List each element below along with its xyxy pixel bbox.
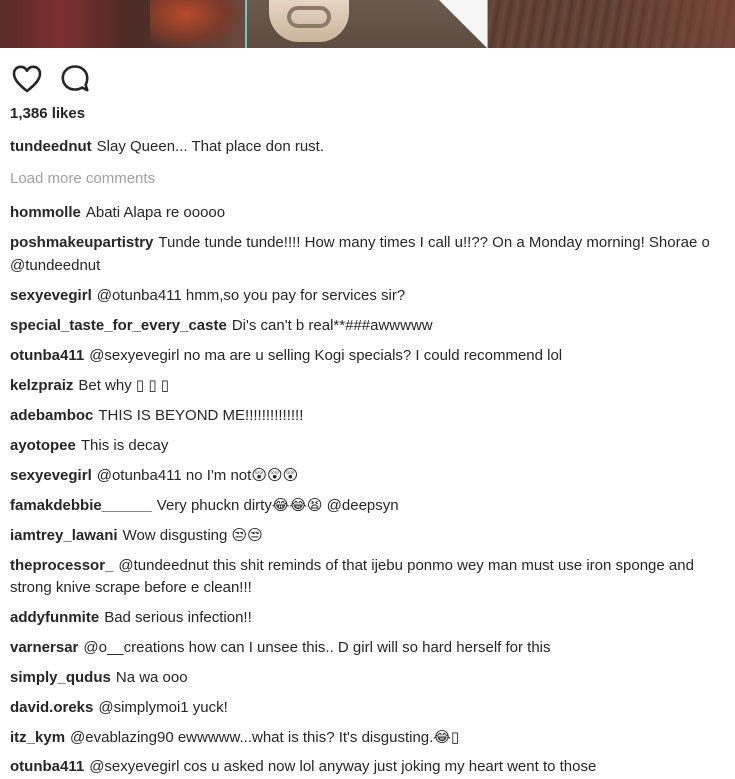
comment-text: Bad serious infection!!: [104, 609, 252, 626]
comment-item: adebamboc THIS IS BEYOND ME!!!!!!!!!!!!!!: [10, 405, 725, 428]
like-button[interactable]: [10, 62, 44, 96]
photo-tile-3: [488, 0, 735, 48]
comment-text: Di's can't b real**###awwwww: [231, 316, 433, 334]
comment-username[interactable]: itz_kym: [10, 729, 65, 746]
comment-item: hommolle Abati Alapa re ooooo: [10, 202, 725, 225]
comment-username[interactable]: otunba411: [10, 758, 84, 775]
comment-username[interactable]: sexyevegirl: [10, 287, 92, 304]
comment-username[interactable]: ayotopee: [10, 437, 76, 454]
comment-text: @otunba411 no I'm not😲😲😲: [96, 466, 299, 484]
comment-text: Abati Alapa re ooooo: [85, 204, 226, 221]
comment-username[interactable]: otunba411: [10, 347, 84, 364]
comment-item: varnersar @o__creations how can I unsee t…: [10, 637, 725, 660]
comment-username[interactable]: sexyevegirl: [10, 467, 92, 484]
comment-item: addyfunmite Bad serious infection!!: [10, 607, 725, 630]
comment-username[interactable]: simply_qudus: [10, 669, 111, 686]
heart-icon: [12, 65, 42, 93]
comment-text: Wow disgusting 😒😒: [122, 526, 263, 544]
comment-item: otunba411 @sexyevegirl no ma are u sellin…: [10, 345, 725, 368]
comment-username[interactable]: varnersar: [10, 639, 78, 656]
likes-count[interactable]: 1,386 likes: [10, 105, 85, 122]
comment-list: hommolle Abati Alapa re ooooo poshmakeupa…: [10, 202, 725, 775]
post-photo-bottom: [0, 0, 735, 48]
comment-username[interactable]: famakdebbie______: [10, 497, 152, 514]
comment-text: @evablazing90 ewwwww...what is this? It'…: [70, 729, 460, 746]
comment-text: @sexyevegirl no ma are u selling Kogi sp…: [89, 346, 563, 364]
comment-username[interactable]: poshmakeupartistry: [10, 234, 153, 251]
post-caption: tundeednut Slay Queen... That place don r…: [10, 138, 324, 155]
post-actions: [10, 62, 92, 96]
comment-username[interactable]: addyfunmite: [10, 609, 99, 626]
comment-text: Bet why ▯ ▯ ▯: [78, 376, 169, 394]
comment-text: THIS IS BEYOND ME!!!!!!!!!!!!!!: [98, 406, 304, 424]
comment-username[interactable]: adebamboc: [10, 407, 93, 424]
comment-text: @o__creations how can I unsee this.. D g…: [83, 639, 551, 656]
comment-item: kelzpraiz Bet why ▯ ▯ ▯: [10, 375, 725, 398]
comment-button[interactable]: [58, 62, 92, 96]
comment-username[interactable]: david.oreks: [10, 699, 93, 716]
comment-text: @simplymoi1 yuck!: [98, 699, 228, 716]
comment-username[interactable]: special_taste_for_every_caste: [10, 317, 227, 334]
comment-username[interactable]: theprocessor_: [10, 557, 113, 574]
comment-icon: [61, 65, 89, 92]
comment-item: itz_kym @evablazing90 ewwwww...what is th…: [10, 727, 725, 750]
comment-text: Na wa ooo: [115, 669, 188, 686]
comment-item: otunba411 @sexyevegirl cos u asked now lo…: [10, 756, 596, 779]
comment-username[interactable]: kelzpraiz: [10, 377, 73, 394]
comment-username[interactable]: iamtrey_lawani: [10, 527, 118, 544]
comment-item: poshmakeupartistry Tunde tunde tunde!!!! …: [10, 232, 725, 277]
comment-item: sexyevegirl @otunba411 hmm,so you pay for…: [10, 285, 725, 308]
comment-username[interactable]: hommolle: [10, 204, 81, 221]
comment-text: Very phuckn dirty😂😂😫 @deepsyn: [156, 496, 399, 514]
load-more-comments-link[interactable]: Load more comments: [10, 170, 155, 187]
comment-item: famakdebbie______ Very phuckn dirty😂😂😫 @d…: [10, 495, 725, 518]
caption-username[interactable]: tundeednut: [10, 138, 92, 155]
comment-item: david.oreks @simplymoi1 yuck!: [10, 697, 725, 720]
comment-item: simply_qudus Na wa ooo: [10, 667, 725, 690]
comment-item: ayotopee This is decay: [10, 435, 725, 458]
comment-item: theprocessor_ @tundeednut this shit remin…: [10, 555, 725, 600]
comment-item: sexyevegirl @otunba411 no I'm not😲😲😲: [10, 465, 725, 488]
comment-text: This is decay: [80, 436, 169, 454]
photo-tile-1: [0, 0, 245, 48]
comment-item: special_taste_for_every_caste Di's can't …: [10, 315, 725, 338]
caption-text: Slay Queen... That place don rust.: [96, 138, 325, 155]
comment-item: iamtrey_lawani Wow disgusting 😒😒: [10, 525, 725, 548]
comment-text: @sexyevegirl cos u asked now lol anyway …: [89, 758, 597, 775]
photo-tile-2: [245, 0, 490, 48]
comment-text: @otunba411 hmm,so you pay for services s…: [96, 286, 406, 304]
